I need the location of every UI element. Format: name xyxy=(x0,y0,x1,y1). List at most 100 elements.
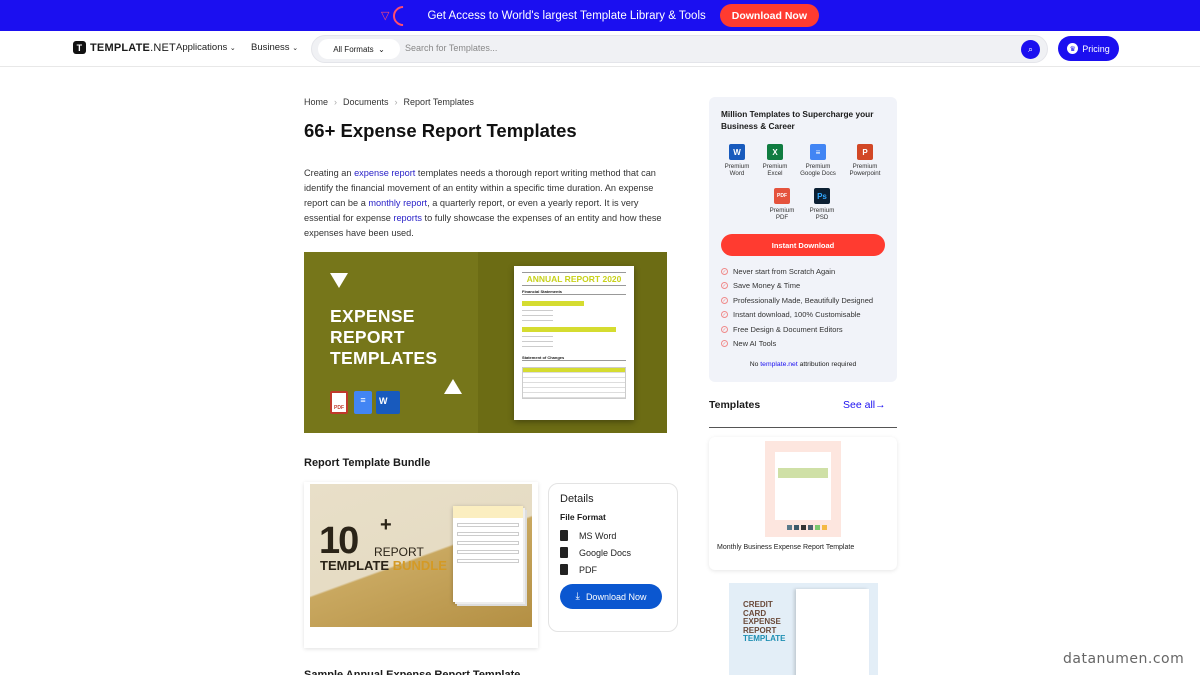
top-navigation: T TEMPLATE .NET Applications ⌄ Business ⌄… xyxy=(0,31,1200,67)
annual-report-preview: ANNUAL REPORT 2020 Financial Statements … xyxy=(514,266,634,420)
premium-google-docs[interactable]: ≡ Premium Google Docs xyxy=(796,144,840,177)
feature-item: ✓ Save Money & Time xyxy=(721,281,800,290)
templates-heading: Templates xyxy=(709,399,761,411)
promo-download-button[interactable]: Download Now xyxy=(719,4,820,27)
expense-report-link[interactable]: expense report xyxy=(354,168,415,178)
promo-banner: ▽ Get Access to World's largest Template… xyxy=(0,0,1200,31)
doc-line xyxy=(522,320,554,321)
hero-title: EXPENSE REPORT TEMPLATES xyxy=(330,306,437,369)
thumbnail-page xyxy=(775,452,831,520)
nav-business[interactable]: Business ⌄ xyxy=(251,42,298,53)
see-all-link[interactable]: See all→ xyxy=(843,399,886,411)
template-title[interactable]: Monthly Business Expense Report Template xyxy=(717,544,854,551)
photoshop-icon: Ps xyxy=(814,188,830,204)
chevron-right-icon: › xyxy=(334,97,338,107)
premium-promo-card: Million Templates to Supercharge your Bu… xyxy=(709,97,897,382)
format-label: Google Docs xyxy=(579,547,632,558)
triangle-up-icon xyxy=(444,379,462,394)
app-label: Premium xyxy=(809,207,835,214)
details-title: Details xyxy=(560,493,594,505)
feature-item: ✓ Free Design & Document Editors xyxy=(721,325,843,334)
template-card[interactable]: CREDIT CARD EXPENSE REPORT TEMPLATE xyxy=(709,581,897,675)
thumbnail-subheading: TEMPLATE xyxy=(743,634,786,643)
search-button[interactable]: ⌕ xyxy=(1021,40,1040,59)
excel-icon: X xyxy=(767,144,783,160)
doc-title: ANNUAL REPORT 2020 xyxy=(522,272,626,286)
search-bar: All Formats ⌄ Search for Templates... ⌕ xyxy=(311,35,1048,63)
file-icon xyxy=(560,547,568,558)
format-item: MS Word xyxy=(560,530,616,541)
chevron-down-icon: ⌄ xyxy=(229,45,236,52)
format-select[interactable]: All Formats ⌄ xyxy=(318,39,400,59)
site-logo[interactable]: T TEMPLATE .NET xyxy=(73,41,176,54)
hero-title-line: REPORT xyxy=(330,327,405,347)
chevron-down-icon: ⌄ xyxy=(378,44,385,54)
nav-business-label: Business xyxy=(251,42,290,53)
doc-section: Statement of Changes xyxy=(522,355,626,361)
doc-line xyxy=(522,336,554,337)
instant-download-button[interactable]: Instant Download xyxy=(721,234,885,256)
attr-text: No xyxy=(749,361,761,368)
premium-powerpoint[interactable]: P Premium Powerpoint xyxy=(843,144,887,177)
bundle-section-title: Report Template Bundle xyxy=(304,457,431,469)
triangle-logo-icon: ▽ xyxy=(380,10,390,22)
pricing-button[interactable]: ♛ Pricing xyxy=(1058,36,1119,61)
feature-item: ✓ Professionally Made, Beautifully Design… xyxy=(721,296,873,305)
feature-text: Professionally Made, Beautifully Designe… xyxy=(733,296,874,305)
breadcrumb-current[interactable]: Report Templates xyxy=(404,97,474,107)
app-label: PDF xyxy=(775,214,789,221)
doc-highlight xyxy=(522,301,585,306)
feature-item: ✓ Never start from Scratch Again xyxy=(721,267,835,276)
reports-link[interactable]: reports xyxy=(393,213,422,223)
nav-applications[interactable]: Applications ⌄ xyxy=(176,42,236,53)
pdf-icon: PDF xyxy=(330,391,348,414)
bundle-image-number: 10 xyxy=(319,520,359,562)
chevron-right-icon: › xyxy=(394,97,398,107)
app-label: Premium xyxy=(805,163,831,170)
breadcrumb-documents[interactable]: Documents xyxy=(343,97,389,107)
breadcrumb: Home › Documents › Report Templates xyxy=(304,97,474,107)
doc-line xyxy=(522,346,554,347)
check-circle-icon: ✓ xyxy=(721,326,728,333)
logo-text: TEMPLATE xyxy=(90,41,151,54)
pricing-label: Pricing xyxy=(1082,43,1110,54)
download-label: Download Now xyxy=(585,591,647,602)
template-thumbnail[interactable] xyxy=(765,441,841,537)
app-label: PSD xyxy=(815,214,829,221)
check-circle-icon: ✓ xyxy=(721,282,728,289)
premium-pdf[interactable]: PDF Premium PDF xyxy=(760,188,804,221)
file-format-label: File Format xyxy=(560,512,606,522)
format-select-label: All Formats xyxy=(333,44,374,54)
check-circle-icon: ✓ xyxy=(721,297,728,304)
bundle-image[interactable]: 10 + REPORT TEMPLATE BUNDLE xyxy=(310,484,532,627)
app-label: Excel xyxy=(767,170,783,177)
pdf-icon: PDF xyxy=(774,188,790,204)
file-icon xyxy=(560,530,568,541)
bundle-card[interactable]: 10 + REPORT TEMPLATE BUNDLE xyxy=(304,482,538,648)
word-icon: W xyxy=(376,391,400,414)
format-label: MS Word xyxy=(579,530,617,541)
format-item: PDF xyxy=(560,564,597,575)
triangle-down-icon xyxy=(330,273,348,288)
check-circle-icon: ✓ xyxy=(721,340,728,347)
premium-psd[interactable]: Ps Premium PSD xyxy=(800,188,844,221)
doc-line xyxy=(522,315,554,316)
doc-table xyxy=(522,367,626,399)
attribution-note: No template.net attribution required xyxy=(709,361,897,368)
powerpoint-icon: P xyxy=(857,144,873,160)
template-net-link[interactable]: template.net xyxy=(760,361,797,368)
thumbnail-heading: CREDIT CARD EXPENSE REPORT xyxy=(743,600,781,635)
bundle-download-button[interactable]: ⤓ Download Now xyxy=(560,584,662,609)
monthly-report-link[interactable]: monthly report xyxy=(368,198,427,208)
search-input[interactable]: Search for Templates... xyxy=(405,43,497,53)
logo-mark-icon: T xyxy=(73,41,86,54)
hero-title-line: EXPENSE xyxy=(330,306,415,326)
crown-icon: ♛ xyxy=(1067,43,1079,54)
breadcrumb-home[interactable]: Home xyxy=(304,97,328,107)
feature-text: Instant download, 100% Customisable xyxy=(733,310,861,319)
premium-excel[interactable]: X Premium Excel xyxy=(753,144,797,177)
promo-text: Get Access to World's largest Template L… xyxy=(427,9,706,22)
template-card[interactable]: Monthly Business Expense Report Template xyxy=(709,437,897,570)
doc-line xyxy=(522,341,554,342)
template-thumbnail[interactable]: CREDIT CARD EXPENSE REPORT TEMPLATE xyxy=(729,583,878,675)
